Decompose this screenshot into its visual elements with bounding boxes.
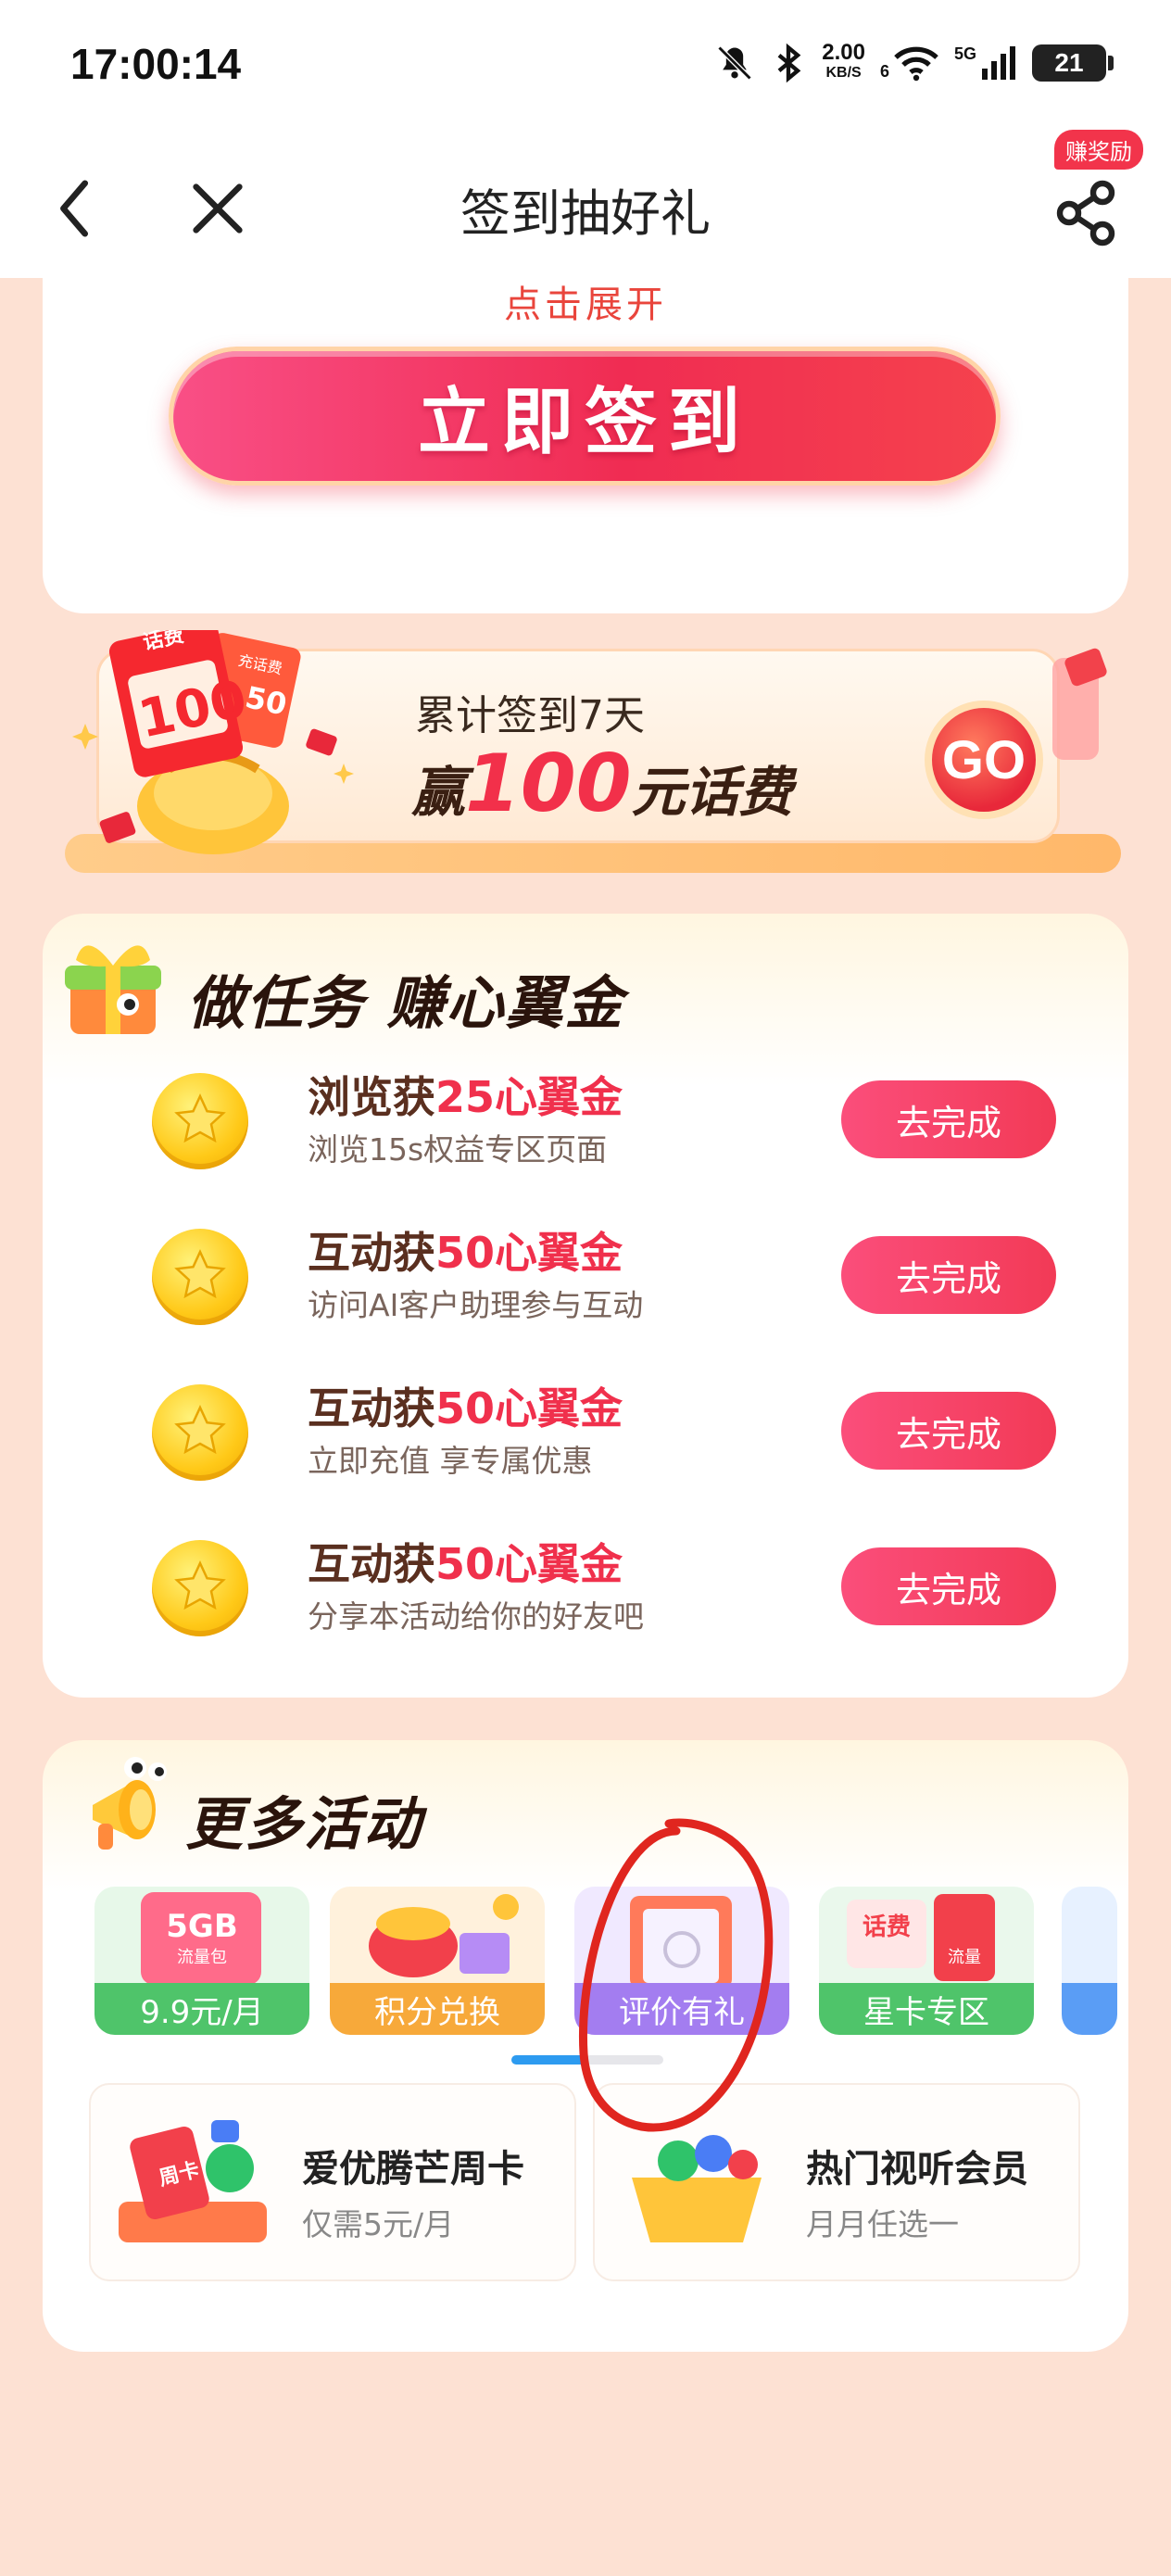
tile-pic-sub: 流量包 [177, 1948, 227, 1967]
status-bar: 17:00:14 2.00 KB/S 6 5G 21 [0, 0, 1171, 139]
net-speed: 2.00 KB/S [822, 40, 865, 82]
promo-subtitle: 仅需5元/月 [302, 2206, 455, 2242]
task-title: 互动获50心翼金 [308, 1539, 623, 1589]
tile-label: 9.9元/月 [94, 1983, 309, 2035]
task-section-title: 做任务 赚心翼金 [187, 969, 624, 1037]
tile-label: 积分兑换 [330, 1983, 545, 2035]
carousel-indicator [511, 2055, 669, 2065]
more-section-title: 更多活动 [185, 1790, 423, 1858]
task-desc: 分享本活动给你的好友吧 [308, 1598, 644, 1635]
coin-icon [152, 1229, 248, 1325]
bluetooth-icon [777, 43, 801, 83]
clipboard-icon [630, 1896, 732, 1989]
tile-label: 评价有礼 [574, 1983, 789, 2035]
video-basket-icon [632, 2135, 762, 2242]
megaphone-icon [93, 1757, 167, 1850]
data-pack-icon: 5GB 流量包 [141, 1892, 261, 1985]
task-complete-button[interactable]: 去完成 [841, 1236, 1056, 1314]
task-card: 做任务 赚心翼金 浏览获25心翼金 浏览15s权益专区页面 去完成 互动获50心… [43, 914, 1128, 1698]
task-title: 浏览获25心翼金 [308, 1072, 623, 1122]
task-row: 互动获50心翼金 立即充值 享专属优惠 去完成 [43, 1360, 1128, 1499]
signin-card: 点击展开 立即签到 [43, 274, 1128, 613]
coin-icon [152, 1073, 248, 1169]
more-activities-card: 更多活动 5GB 流量包 9.9元/月 积分兑换 评价有礼 话费 流量 星卡专区… [43, 1740, 1128, 2352]
tile-pic-text: 5GB [166, 1908, 237, 1945]
tile-pic-sub: 流量 [948, 1948, 981, 1967]
task-desc: 访问AI客户助理参与互动 [308, 1287, 644, 1323]
task-row: 互动获50心翼金 访问AI客户助理参与互动 去完成 [43, 1205, 1128, 1344]
activity-tile-points[interactable]: 积分兑换 [330, 1887, 545, 2035]
task-complete-button[interactable]: 去完成 [841, 1392, 1056, 1470]
wifi-indicator: 6 [880, 44, 939, 82]
activity-tile-data-pack[interactable]: 5GB 流量包 9.9元/月 [94, 1887, 309, 2035]
promo-title: 爱优腾芒周卡 [302, 2148, 524, 2191]
coin-icon [152, 1384, 248, 1481]
cell-signal: 5G [954, 44, 1017, 82]
go-button[interactable]: GO [925, 701, 1043, 819]
page-title: 签到抽好礼 [460, 184, 711, 243]
coin-icon [152, 1540, 248, 1636]
tile-label: 星卡专区 [819, 1983, 1034, 2035]
battery-indicator: 21 [1032, 44, 1114, 82]
points-gift-icon [369, 1894, 519, 1977]
task-complete-button[interactable]: 去完成 [841, 1547, 1056, 1625]
task-complete-button[interactable]: 去完成 [841, 1080, 1056, 1158]
money-bag-icon: 话费 100 充话费 50 [72, 630, 354, 854]
activity-tile-next[interactable] [1062, 1887, 1117, 2035]
signin-button[interactable]: 立即签到 [169, 347, 1001, 486]
gift-box-icon [65, 945, 161, 1034]
status-time: 17:00:14 [70, 40, 242, 88]
activity-tile-review[interactable]: 评价有礼 [574, 1887, 789, 2035]
promo-card-video-members[interactable]: 热门视听会员 月月任选一 [593, 2083, 1080, 2281]
promo-subtitle: 月月任选一 [806, 2206, 959, 2242]
reward-badge[interactable]: 赚奖励 [1054, 130, 1143, 170]
mute-icon [717, 45, 752, 81]
video-weekly-card-icon: 周卡 [119, 2120, 267, 2242]
red-envelope-icon [1052, 648, 1107, 760]
promo-card-video-week[interactable]: 周卡 爱优腾芒周卡 仅需5元/月 [89, 2083, 576, 2281]
signal-icon [982, 46, 1015, 80]
task-desc: 浏览15s权益专区页面 [308, 1131, 608, 1168]
activity-tile-star-card[interactable]: 话费 流量 星卡专区 [819, 1887, 1034, 2035]
task-row: 浏览获25心翼金 浏览15s权益专区页面 去完成 [43, 1049, 1128, 1188]
nav-bar: 签到抽好礼 赚奖励 [0, 130, 1171, 278]
signin-reward-banner[interactable]: 话费 100 充话费 50 累计签到7天 赢100元话费 GO [65, 630, 1127, 880]
task-title: 互动获50心翼金 [308, 1228, 623, 1278]
task-row: 互动获50心翼金 分享本活动给你的好友吧 去完成 [43, 1516, 1128, 1655]
wifi-icon [894, 46, 938, 82]
task-title: 互动获50心翼金 [308, 1383, 623, 1433]
task-desc: 立即充值 享专属优惠 [308, 1443, 593, 1479]
status-icons: 2.00 KB/S 6 5G 21 [714, 39, 1114, 87]
share-icon[interactable] [1052, 180, 1119, 246]
banner-line1: 累计签到7天 [415, 692, 645, 739]
banner-line2: 赢100元话费 [411, 738, 793, 830]
star-card-icon: 话费 流量 [847, 1894, 995, 1981]
promo-title: 热门视听会员 [806, 2148, 1028, 2191]
expand-link[interactable]: 点击展开 [43, 274, 1128, 328]
tile-pic-text: 话费 [863, 1913, 911, 1941]
